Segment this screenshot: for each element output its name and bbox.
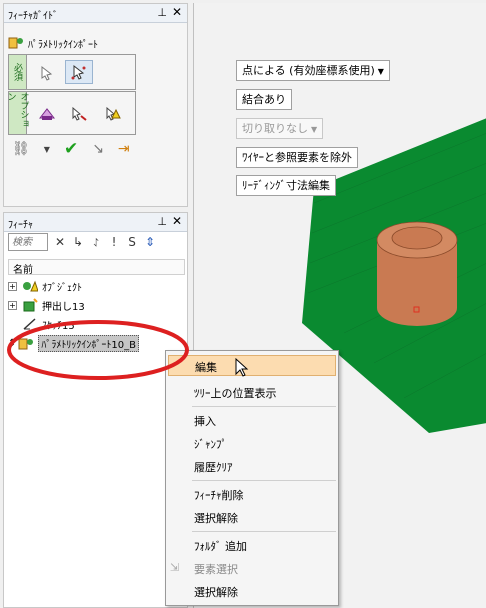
option-section: オプション: [6, 91, 136, 135]
name-column-header[interactable]: 名前: [8, 259, 185, 276]
menu-separator: [192, 531, 336, 532]
guide-action-bar: ⛓ ▼ ✔ ↘ ⇥: [12, 139, 130, 159]
filter-icon[interactable]: ⥌: [90, 235, 102, 250]
pin-icon[interactable]: ⊥: [157, 6, 167, 19]
mouse-cursor-icon: [235, 358, 249, 377]
cylinder[interactable]: [376, 221, 458, 326]
clear-icon[interactable]: ✕: [54, 235, 66, 249]
objects-icon: [22, 279, 38, 293]
warning-filter-icon[interactable]: !: [108, 235, 120, 249]
tree-item-extrude[interactable]: + 押出し13: [8, 296, 85, 314]
expand-icon[interactable]: +: [8, 281, 17, 291]
expand-collapse-icon[interactable]: ⇕: [144, 235, 156, 249]
feature-guide-title: ﾌｨｰﾁｬｶﾞｲﾄﾞ: [8, 11, 58, 22]
tree-item-sketch[interactable]: ｽｹｯﾁ15: [22, 315, 75, 333]
feature-guide-titlebar: ﾌｨｰﾁｬｶﾞｲﾄﾞ ⊥ ✕: [4, 4, 187, 23]
menu-item-edit[interactable]: 編集: [168, 355, 336, 376]
menu-item-insert[interactable]: 挿入: [168, 410, 336, 431]
reorder-arrow-icon[interactable]: ⇕: [8, 338, 16, 349]
menu-item-jump[interactable]: ｼﾞｬﾝﾌﾟ: [168, 433, 336, 454]
feature-toolbar: ✕ ↳ ⥌ ! S ⇕: [8, 233, 156, 251]
tree-item-label: 押出し13: [42, 301, 85, 313]
tree-item-label: ﾊﾟﾗﾒﾄﾘｯｸｲﾝﾎﾟｰﾄ10_B: [38, 334, 139, 352]
filter-s-icon[interactable]: S: [126, 235, 138, 249]
ok-check-icon[interactable]: ✔: [64, 139, 78, 159]
parametric-import-icon: [18, 336, 34, 350]
feature-title: ﾌｨｰﾁｬ: [8, 220, 33, 231]
edit-leading-dimension-button[interactable]: ﾘｰﾃﾞｨﾝｸﾞ寸法編集: [236, 175, 336, 196]
menu-item-select-element[interactable]: 要素選択: [168, 558, 336, 579]
feature-guide-panel: ﾌｨｰﾁｬｶﾞｲﾄﾞ ⊥ ✕ ﾊﾟﾗﾒﾄﾘｯｸｲﾝﾎﾟｰﾄ 必須 オプション ⛓…: [3, 3, 188, 207]
cut-dropdown[interactable]: 切り取りなし ▼: [236, 118, 324, 139]
menu-item-show-in-tree[interactable]: ﾂﾘｰ上の位置表示: [168, 382, 336, 403]
select-location-icon[interactable]: [65, 60, 93, 84]
preview-icon[interactable]: ⛓: [12, 141, 30, 157]
menu-separator: [192, 480, 336, 481]
tree-item-label: ｽｹｯﾁ15: [42, 320, 75, 332]
chevron-down-icon: ▼: [377, 67, 384, 76]
menu-item-add-folder[interactable]: ﾌｫﾙﾀﾞ 追加: [168, 535, 336, 556]
chevron-down-icon[interactable]: ▼: [44, 145, 50, 154]
tree-item-label: ｵﾌﾞｼﾞｪｸﾄ: [42, 282, 82, 294]
chevron-down-icon: ▼: [311, 125, 318, 134]
tree-item-parametric-import[interactable]: ⇕ ﾊﾟﾗﾒﾄﾘｯｸｲﾝﾎﾟｰﾄ10_B: [8, 334, 139, 352]
feature-panel: ﾌｨｰﾁｬ ⊥ ✕ ✕ ↳ ⥌ ! S ⇕ 名前 + ｵﾌﾞｼﾞｪｸﾄ + 押出…: [3, 212, 188, 608]
exit-icon[interactable]: ⇥: [118, 141, 130, 157]
parametric-import-icon: [8, 37, 23, 49]
command-label: ﾊﾟﾗﾒﾄﾘｯｸｲﾝﾎﾟｰﾄ: [28, 39, 98, 51]
apply-icon[interactable]: ↘: [92, 141, 104, 157]
menu-item-clear-history[interactable]: 履歴ｸﾘｱ: [168, 456, 336, 477]
exclude-wire-button[interactable]: ﾜｲﾔｰと参照要素を除外: [236, 147, 358, 168]
search-input[interactable]: [8, 233, 48, 251]
point-mode-dropdown[interactable]: 点による (有効座標系使用) ▼: [236, 60, 390, 81]
close-icon[interactable]: ✕: [172, 214, 182, 228]
menu-item-deselect-2[interactable]: 選択解除: [168, 581, 336, 602]
option-tab: オプション: [6, 92, 29, 134]
select-point-icon[interactable]: [33, 61, 61, 85]
rollback-icon[interactable]: ↳: [72, 235, 84, 249]
exclude-reference-icon[interactable]: [99, 102, 127, 126]
tree-item-objects[interactable]: + ｵﾌﾞｼﾞｪｸﾄ: [8, 277, 82, 295]
expand-icon[interactable]: +: [8, 300, 17, 310]
pin-icon[interactable]: ⊥: [157, 215, 167, 228]
cut-option-icon[interactable]: [65, 102, 93, 126]
required-section: 必須: [8, 54, 136, 90]
sketch-icon: [22, 317, 38, 331]
command-row: ﾊﾟﾗﾒﾄﾘｯｸｲﾝﾎﾟｰﾄ: [8, 34, 98, 52]
extrude-icon: [22, 298, 38, 312]
feature-titlebar: ﾌｨｰﾁｬ ⊥ ✕: [4, 213, 187, 232]
combine-icon[interactable]: [33, 102, 61, 126]
close-icon[interactable]: ✕: [172, 5, 182, 19]
menu-separator: [192, 406, 336, 407]
required-tab: 必須: [9, 55, 27, 89]
combine-button[interactable]: 結合あり: [236, 89, 292, 110]
menu-item-deselect[interactable]: 選択解除: [168, 507, 336, 528]
menu-item-delete-feature[interactable]: ﾌｨｰﾁｬ削除: [168, 484, 336, 505]
context-menu: 編集 ﾂﾘｰ上の位置表示 挿入 ｼﾞｬﾝﾌﾟ 履歴ｸﾘｱ ﾌｨｰﾁｬ削除 選択解…: [165, 350, 339, 606]
